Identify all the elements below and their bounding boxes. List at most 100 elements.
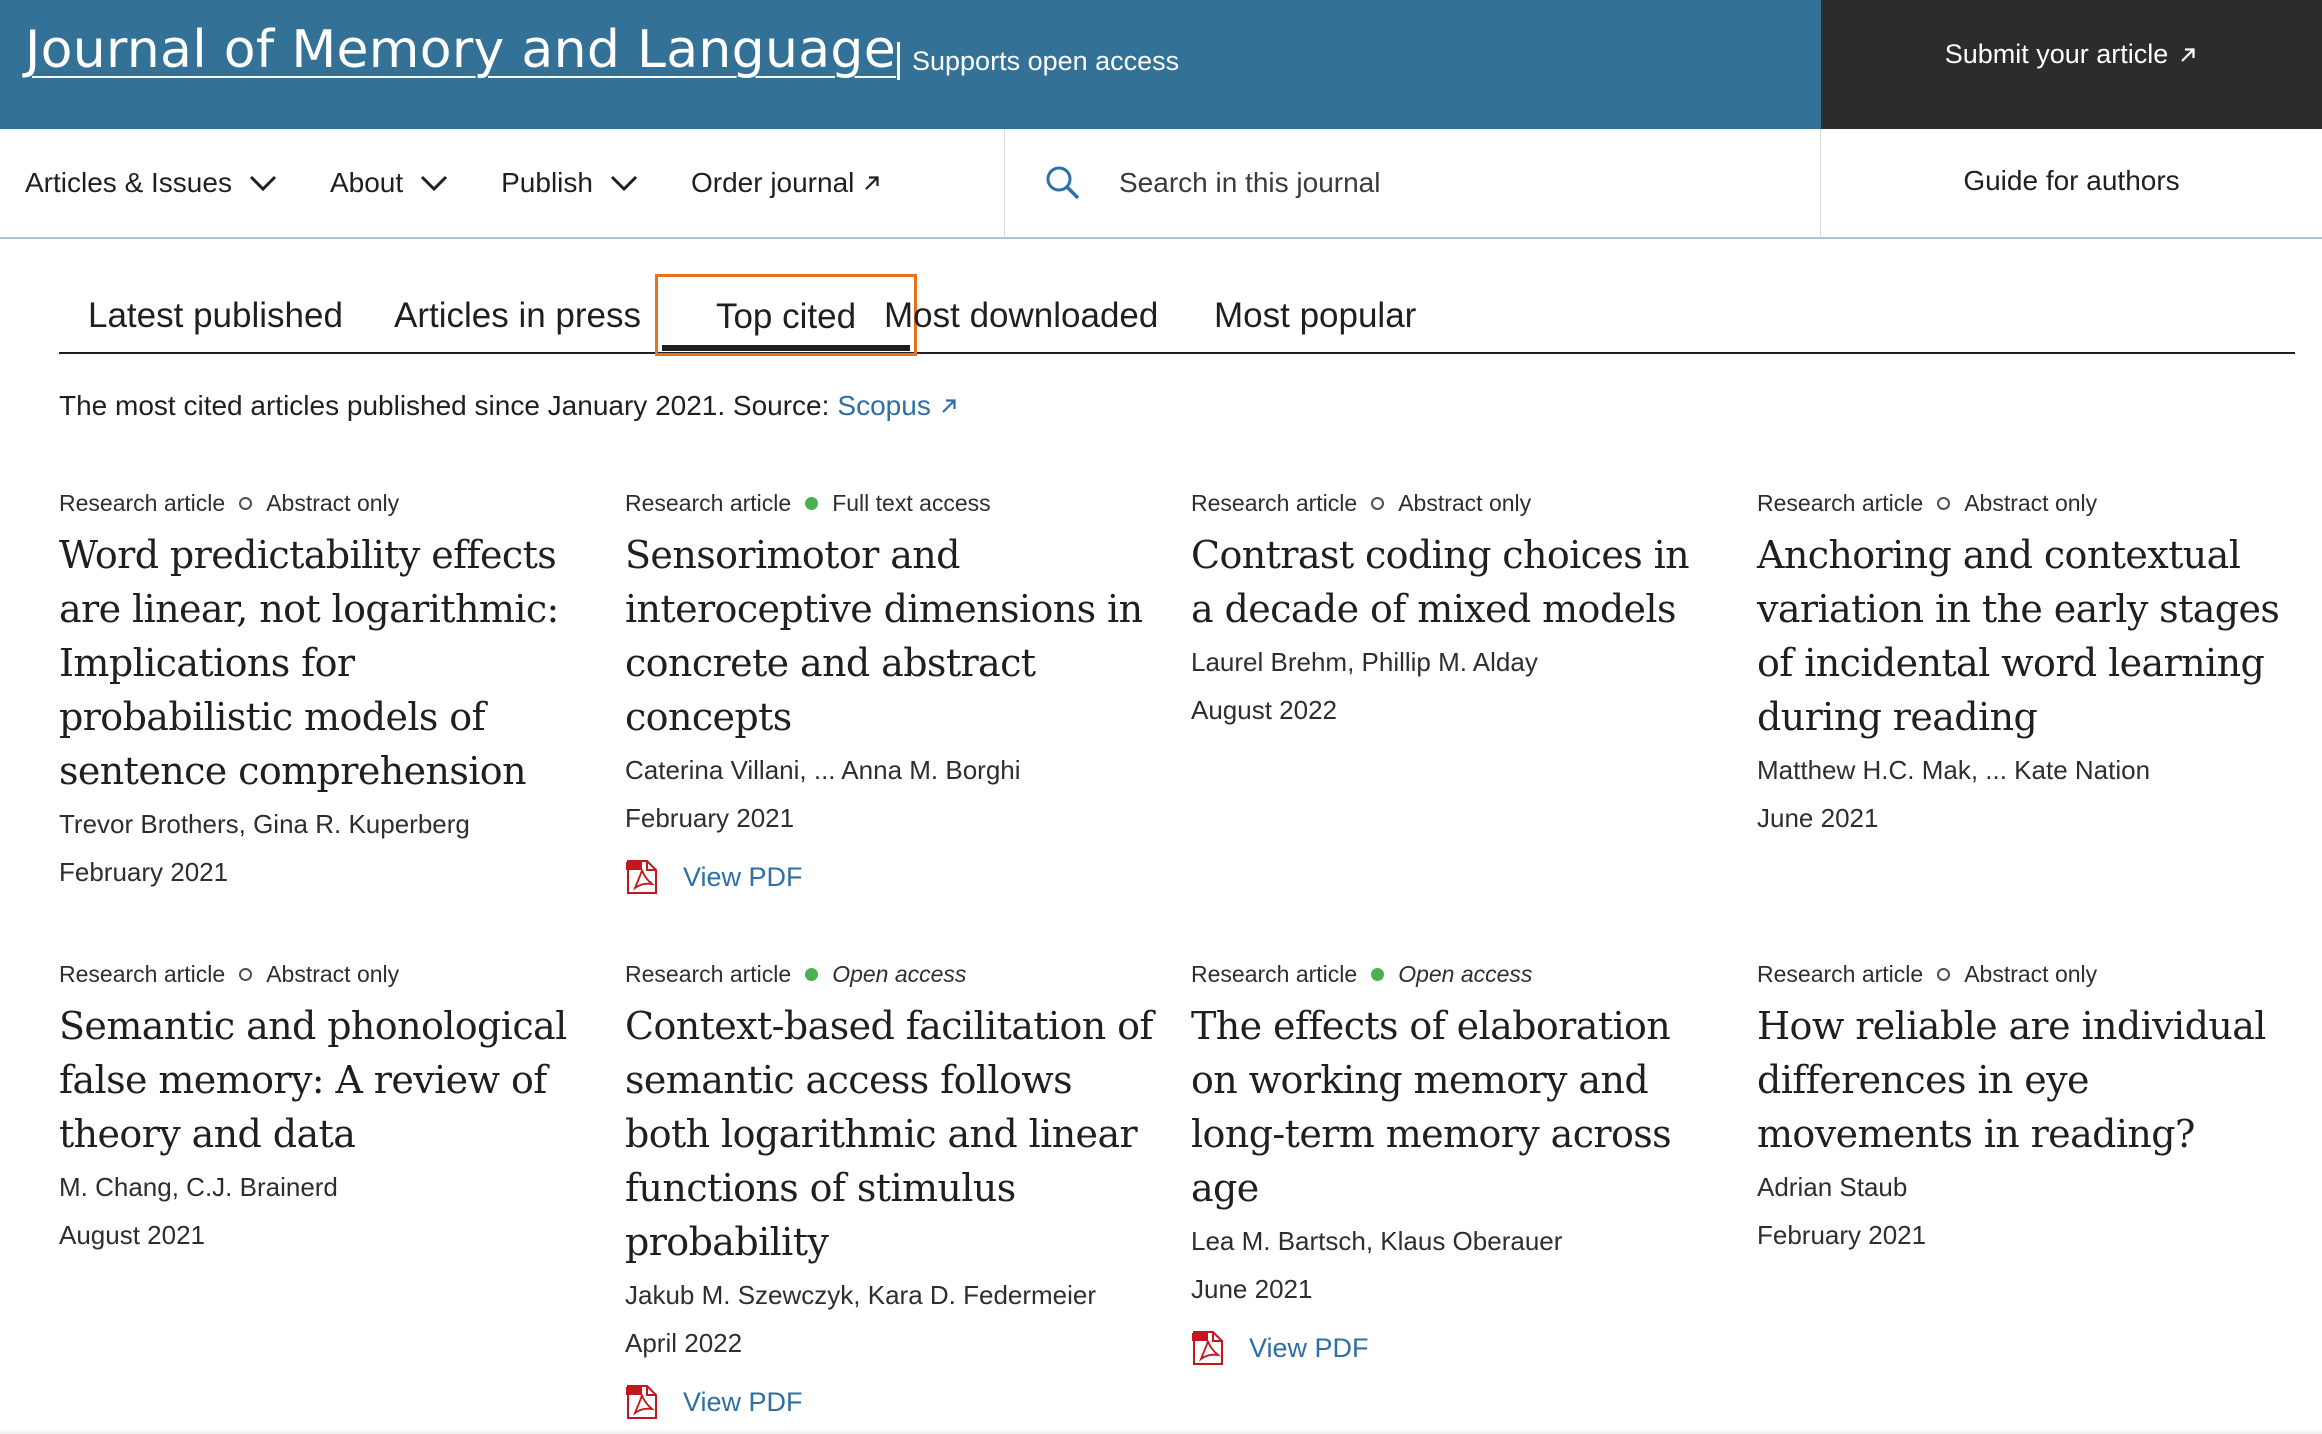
article-card: Research article Abstract only Word pred…	[59, 488, 589, 890]
article-date: August 2022	[1191, 695, 1338, 725]
scopus-link[interactable]: Scopus	[837, 390, 958, 422]
article-authors: Lea M. Bartsch, Klaus Oberauer	[1191, 1226, 1563, 1256]
view-pdf-label: View PDF	[1249, 1332, 1369, 1363]
access-indicator-icon	[1937, 496, 1951, 510]
article-title-link[interactable]: Context-based facilitation of semantic a…	[625, 999, 1155, 1269]
article-meta: Research article Abstract only	[59, 959, 589, 989]
access-indicator-icon	[1937, 967, 1951, 981]
journal-header: Journal of Memory and Language Supports …	[0, 0, 2322, 129]
article-type: Research article	[59, 489, 226, 516]
top-cited-intro: The most cited articles published since …	[59, 390, 959, 422]
view-pdf-link[interactable]: View PDF	[625, 1383, 1155, 1421]
article-date: February 2021	[1757, 1220, 1927, 1250]
article-authors: M. Chang, C.J. Brainerd	[59, 1172, 338, 1202]
chevron-down-icon	[249, 175, 277, 192]
article-date: February 2021	[59, 857, 229, 887]
article-date: April 2022	[625, 1328, 743, 1358]
article-type: Research article	[1191, 960, 1358, 987]
journal-brand-area: Journal of Memory and Language Supports …	[0, 0, 1821, 129]
access-indicator-icon	[805, 496, 819, 510]
nav-menu: Articles & Issues About Publish Order jo…	[0, 129, 1005, 237]
nav-publish-label: Publish	[501, 167, 593, 198]
journal-search-input[interactable]	[1119, 167, 1719, 199]
article-title-link[interactable]: The effects of elaboration on working me…	[1191, 999, 1721, 1215]
article-card: Research article Full text access Sensor…	[625, 488, 1155, 896]
article-title-link[interactable]: Contrast coding choices in a decade of m…	[1191, 528, 1721, 636]
article-card: Research article Abstract only Contrast …	[1191, 488, 1721, 728]
nav-order-journal[interactable]: Order journal	[691, 167, 882, 199]
article-card: Research article Open access The effects…	[1191, 959, 1721, 1367]
tab-most-downloaded[interactable]: Most downloaded	[884, 296, 1158, 336]
nav-articles-issues-label: Articles & Issues	[25, 167, 232, 198]
access-indicator-icon	[1371, 496, 1385, 510]
article-meta: Research article Open access	[625, 959, 1155, 989]
view-pdf-link[interactable]: View PDF	[625, 858, 1155, 896]
external-arrow-icon	[865, 176, 879, 190]
submit-area: Submit your article	[1821, 0, 2322, 129]
nav-publish[interactable]: Publish	[501, 167, 639, 199]
article-meta: Research article Full text access	[625, 488, 1155, 518]
search-icon[interactable]	[1045, 165, 1081, 201]
page-bottom-edge	[0, 1428, 2322, 1434]
tab-top-cited-label: Top cited	[715, 297, 857, 336]
external-arrow-icon	[2181, 47, 2195, 62]
article-card: Research article Open access Context-bas…	[625, 959, 1155, 1421]
journal-title-link[interactable]: Journal of Memory and Language	[25, 20, 896, 80]
pdf-file-icon	[626, 860, 657, 894]
nav-about[interactable]: About	[330, 167, 449, 199]
open-access-note: Supports open access	[897, 42, 1179, 80]
access-indicator-icon	[805, 967, 819, 981]
article-date: June 2021	[1757, 803, 1879, 833]
access-indicator-icon	[239, 496, 253, 510]
article-access: Abstract only	[1964, 960, 2098, 987]
nav-about-label: About	[329, 167, 404, 198]
tab-articles-in-press[interactable]: Articles in press	[394, 296, 641, 336]
article-card: Research article Abstract only Semantic …	[59, 959, 589, 1253]
article-meta: Research article Open access	[1191, 959, 1721, 989]
article-card: Research article Abstract only Anchoring…	[1757, 488, 2287, 836]
article-type: Research article	[1191, 489, 1358, 516]
article-access: Abstract only	[1964, 489, 2098, 516]
article-authors: Adrian Staub	[1757, 1172, 1908, 1202]
submit-article-button[interactable]: Submit your article	[1945, 39, 2199, 70]
article-title-link[interactable]: Anchoring and contextual variation in th…	[1757, 528, 2287, 744]
article-authors: Jakub M. Szewczyk, Kara D. Federmeier	[625, 1280, 1097, 1310]
submit-article-label: Submit your article	[1944, 39, 2169, 69]
article-access: Abstract only	[266, 489, 400, 516]
article-title-link[interactable]: Word predictability effects are linear, …	[59, 528, 589, 798]
chevron-down-icon	[610, 175, 638, 192]
article-access: Open access	[1398, 960, 1533, 987]
pdf-file-icon	[1192, 1331, 1223, 1365]
article-list-tabs: Latest published Articles in press Top c…	[59, 270, 2295, 356]
guide-for-authors-link[interactable]: Guide for authors	[1821, 129, 2322, 237]
article-meta: Research article Abstract only	[1757, 488, 2287, 518]
article-access: Full text access	[832, 489, 991, 516]
article-authors: Laurel Brehm, Phillip M. Alday	[1191, 647, 1538, 677]
nav-articles-issues[interactable]: Articles & Issues	[25, 167, 278, 199]
article-access: Abstract only	[1398, 489, 1532, 516]
article-date: June 2021	[1191, 1274, 1313, 1304]
article-meta: Research article Abstract only	[59, 488, 589, 518]
article-meta: Research article Abstract only	[1757, 959, 2287, 989]
article-authors: Matthew H.C. Mak, ... Kate Nation	[1757, 755, 2151, 785]
article-title-link[interactable]: How reliable are individual differences …	[1757, 999, 2287, 1161]
tab-top-cited[interactable]: Top cited	[655, 274, 917, 356]
article-title-link[interactable]: Semantic and phonological false memory: …	[59, 999, 589, 1161]
tab-most-popular[interactable]: Most popular	[1214, 296, 1416, 336]
article-meta: Research article Abstract only	[1191, 488, 1721, 518]
article-title-link[interactable]: Sensorimotor and interoceptive dimension…	[625, 528, 1155, 744]
article-type: Research article	[625, 489, 792, 516]
tab-latest-published[interactable]: Latest published	[88, 296, 343, 336]
article-date: February 2021	[625, 803, 795, 833]
external-arrow-icon	[942, 399, 956, 413]
article-type: Research article	[625, 960, 792, 987]
article-access: Open access	[832, 960, 967, 987]
article-authors: Caterina Villani, ... Anna M. Borghi	[625, 755, 1021, 785]
access-indicator-icon	[239, 967, 253, 981]
view-pdf-label: View PDF	[683, 861, 803, 892]
scopus-link-label: Scopus	[837, 390, 931, 421]
chevron-down-icon	[421, 175, 448, 192]
pdf-file-icon	[626, 1385, 657, 1419]
intro-text: The most cited articles published since …	[59, 390, 830, 421]
view-pdf-link[interactable]: View PDF	[1191, 1329, 1721, 1367]
